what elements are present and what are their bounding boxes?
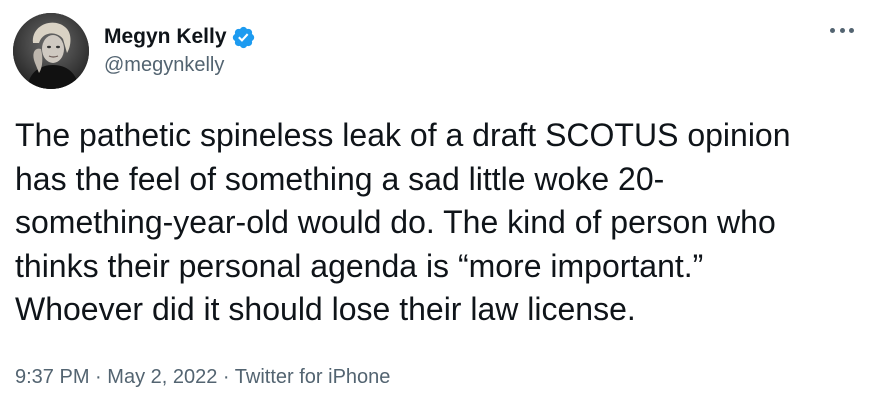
tweet-meta: 9:37 PM · May 2, 2022 · Twitter for iPho…: [15, 364, 390, 390]
dot-icon: [830, 27, 835, 33]
more-options-icon[interactable]: [826, 20, 858, 40]
tweet-source-link[interactable]: Twitter for iPhone: [235, 366, 391, 388]
tweet-text-line: something-year-old would do. The kind of…: [15, 204, 776, 240]
tweet-text-line: Whoever did it should lose their law lic…: [15, 291, 636, 327]
avatar-image: [13, 13, 89, 89]
tweet-card: Megyn Kelly @megynkelly The pathetic spi…: [0, 0, 880, 410]
dot-icon: [849, 27, 854, 33]
author-name-row: Megyn Kelly: [104, 23, 256, 51]
tweet-text: The pathetic spineless leak of a draft S…: [15, 114, 865, 332]
meta-separator: ·: [95, 366, 102, 388]
avatar[interactable]: [13, 13, 89, 89]
tweet-text-line: The pathetic spineless leak of a draft S…: [15, 117, 791, 153]
author-display-name[interactable]: Megyn Kelly: [104, 24, 227, 50]
dot-icon: [839, 27, 845, 33]
tweet-text-line: thinks their personal agenda is “more im…: [15, 247, 704, 284]
tweet-text-line: has the feel of something a sad little w…: [15, 160, 665, 197]
meta-separator: ·: [222, 366, 230, 388]
tweet-date-link[interactable]: May 2, 2022: [107, 366, 217, 388]
verified-badge-icon: [231, 25, 256, 50]
author-handle[interactable]: @megynkelly: [104, 53, 224, 77]
tweet-time-link[interactable]: 9:37 PM: [15, 366, 89, 388]
